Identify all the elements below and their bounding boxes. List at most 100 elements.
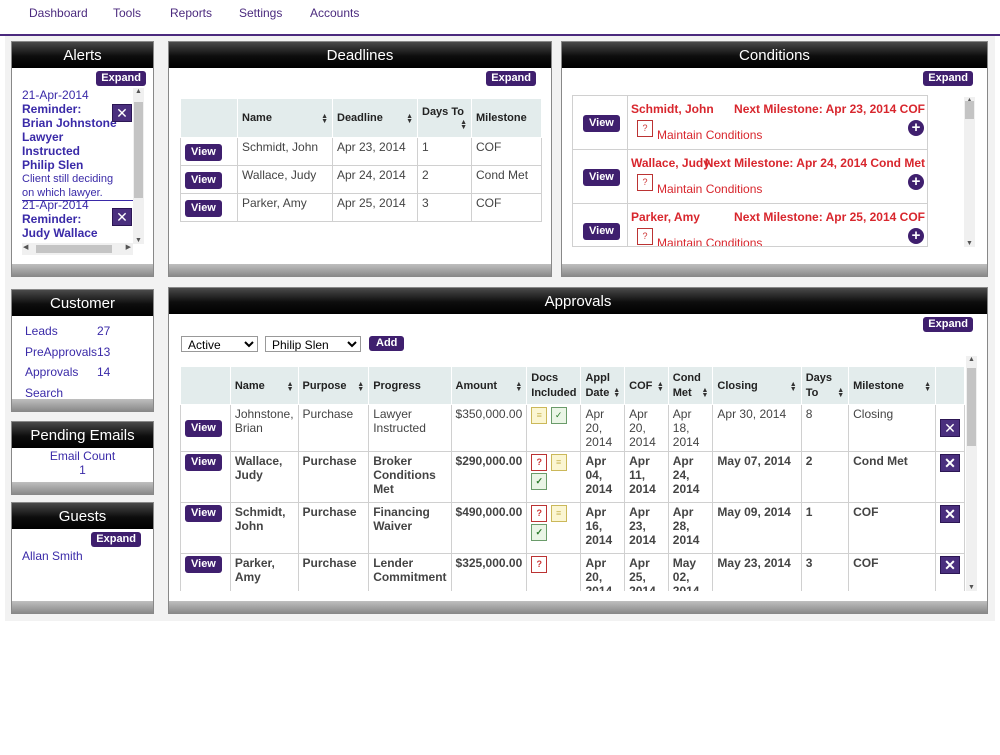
view-button[interactable]: View <box>583 169 620 186</box>
close-x-icon[interactable]: ✕ <box>940 505 960 523</box>
approvals-expand-button[interactable]: Expand <box>923 317 973 332</box>
nav-tools[interactable]: Tools <box>113 6 141 20</box>
maintain-conditions-link[interactable]: Maintain Conditions <box>657 182 762 196</box>
close-x-icon[interactable]: ✕ <box>940 556 960 574</box>
conditions-vertical-scrollbar[interactable]: ▲ ▼ <box>964 97 975 247</box>
note-document-icon[interactable]: ≡ <box>531 407 548 424</box>
scroll-thumb[interactable] <box>967 368 976 446</box>
guest-item[interactable]: Allan Smith <box>22 549 83 563</box>
column-header-docs-included[interactable]: Docs Included <box>526 366 582 405</box>
cell-milestone: Cond Met <box>471 165 542 194</box>
scroll-thumb[interactable] <box>965 101 974 119</box>
scroll-left-arrow-icon[interactable]: ◀ <box>23 243 28 251</box>
checked-document-icon[interactable]: ✓ <box>531 524 548 541</box>
status-filter-select[interactable]: Active <box>181 336 258 352</box>
pdf-document-icon[interactable]: ? <box>531 454 548 471</box>
cell-cond-met: May 02, 2014 <box>667 553 714 591</box>
table-row: View Johnstone, Brian Purchase Lawyer In… <box>180 404 965 452</box>
scroll-down-arrow-icon[interactable]: ▼ <box>964 240 975 247</box>
guests-expand-button[interactable]: Expand <box>91 532 141 547</box>
plus-circle-icon[interactable]: + <box>908 120 924 136</box>
sort-icon: ▲ ▼ <box>656 380 664 393</box>
panel-footer <box>12 399 153 411</box>
pdf-document-icon[interactable]: ? <box>531 556 548 573</box>
view-button[interactable]: View <box>185 419 222 437</box>
nav-dashboard[interactable]: Dashboard <box>29 6 88 20</box>
view-button[interactable]: View <box>583 115 620 132</box>
maintain-conditions-link[interactable]: Maintain Conditions <box>657 236 762 246</box>
cell-purpose: Purchase <box>297 553 370 591</box>
dismiss-alert-close-icon[interactable]: ✕ <box>112 208 132 226</box>
add-button[interactable]: Add <box>369 336 405 351</box>
sort-icon: ▲ ▼ <box>357 380 365 393</box>
note-document-icon[interactable]: ≡ <box>550 454 567 471</box>
alerts-horizontal-scrollbar[interactable]: ◀ ▶ <box>22 243 133 255</box>
view-button[interactable]: View <box>185 172 222 189</box>
column-header-appl-date[interactable]: Appl Date ▲ ▼ <box>580 366 626 405</box>
nav-reports[interactable]: Reports <box>170 6 212 20</box>
scroll-down-arrow-icon[interactable]: ▼ <box>133 237 144 244</box>
view-button[interactable]: View <box>185 454 222 471</box>
maintain-conditions-link[interactable]: Maintain Conditions <box>657 128 762 142</box>
table-header-row: Name ▲ ▼ Deadline ▲ ▼ Days To ▲ ▼ Milestone <box>180 98 542 138</box>
view-button[interactable]: View <box>583 223 620 240</box>
column-header-amount[interactable]: Amount ▲ ▼ <box>450 366 528 405</box>
email-count-block[interactable]: Email Count 1 <box>12 449 153 477</box>
view-button[interactable]: View <box>185 505 222 522</box>
user-filter-select[interactable]: Philip Slen <box>265 336 361 352</box>
note-document-icon[interactable]: ≡ <box>550 505 567 522</box>
column-header-days-to[interactable]: Days To ▲ ▼ <box>800 366 850 405</box>
cell-purpose: Purchase <box>297 404 370 452</box>
cell-cond-met: Apr 28, 2014 <box>667 502 714 554</box>
scroll-up-arrow-icon[interactable]: ▲ <box>133 88 144 95</box>
header-cell <box>180 98 238 138</box>
scroll-down-arrow-icon[interactable]: ▼ <box>966 584 977 591</box>
customer-item-leads[interactable]: Leads 27 <box>25 321 110 342</box>
column-header-cond-met[interactable]: Cond Met ▲ ▼ <box>667 366 714 405</box>
deadlines-expand-button[interactable]: Expand <box>486 71 536 86</box>
conditions-expand-button[interactable]: Expand <box>923 71 973 86</box>
close-x-icon[interactable]: ✕ <box>940 419 960 437</box>
close-x-icon[interactable]: ✕ <box>940 454 960 472</box>
view-button[interactable]: View <box>185 200 222 217</box>
table-header-row: Name ▲ ▼ Purpose ▲ ▼ Progress Amount ▲ ▼ Docs … <box>180 366 965 405</box>
cell-appl-date: Apr 04, 2014 <box>580 451 626 503</box>
column-header-cof[interactable]: COF ▲ ▼ <box>624 366 669 405</box>
sort-icon: ▲ ▼ <box>460 119 467 131</box>
plus-circle-icon[interactable]: + <box>908 174 924 190</box>
table-cell: View <box>180 404 231 452</box>
approvals-vertical-scrollbar[interactable]: ▲ ▼ <box>966 356 977 591</box>
column-header-closing[interactable]: Closing ▲ ▼ <box>712 366 802 405</box>
divider <box>627 204 629 246</box>
customer-item-preapprovals[interactable]: PreApprovals 13 <box>25 342 110 363</box>
column-header-milestone[interactable]: Milestone <box>471 98 542 138</box>
column-header-progress[interactable]: Progress <box>368 366 452 405</box>
checked-document-icon[interactable]: ✓ <box>550 407 567 424</box>
alerts-vertical-scrollbar[interactable]: ▲ ▼ <box>133 88 144 244</box>
approvals-table: Name ▲ ▼ Purpose ▲ ▼ Progress Amount ▲ ▼ Docs … <box>180 366 965 591</box>
scroll-right-arrow-icon[interactable]: ▶ <box>126 243 131 251</box>
plus-circle-icon[interactable]: + <box>908 228 924 244</box>
scroll-thumb[interactable] <box>134 102 143 198</box>
column-header-name[interactable]: Name ▲ ▼ <box>237 98 333 138</box>
column-header-days-to[interactable]: Days To ▲ ▼ <box>417 98 472 138</box>
checked-document-icon[interactable]: ✓ <box>531 473 548 490</box>
view-button[interactable]: View <box>185 144 222 161</box>
view-button[interactable]: View <box>185 556 222 573</box>
pdf-document-icon[interactable]: ? <box>531 505 548 522</box>
column-header-purpose[interactable]: Purpose ▲ ▼ <box>297 366 370 405</box>
cell-days: 8 <box>800 404 850 452</box>
scroll-up-arrow-icon[interactable]: ▲ <box>966 356 977 363</box>
column-header-deadline[interactable]: Deadline ▲ ▼ <box>332 98 418 138</box>
sort-icon: ▲ ▼ <box>286 380 294 393</box>
sort-icon: ▲ ▼ <box>321 113 328 125</box>
customer-item-approvals[interactable]: Approvals 14 <box>25 362 110 383</box>
column-header-milestone[interactable]: Milestone ▲ ▼ <box>848 366 936 405</box>
nav-accounts[interactable]: Accounts <box>310 6 359 20</box>
alerts-expand-button[interactable]: Expand <box>96 71 146 86</box>
dismiss-alert-close-icon[interactable]: ✕ <box>112 104 132 122</box>
cell-closing: May 09, 2014 <box>712 502 802 554</box>
nav-settings[interactable]: Settings <box>239 6 282 20</box>
scroll-thumb[interactable] <box>36 245 112 253</box>
column-header-name[interactable]: Name ▲ ▼ <box>229 366 299 405</box>
